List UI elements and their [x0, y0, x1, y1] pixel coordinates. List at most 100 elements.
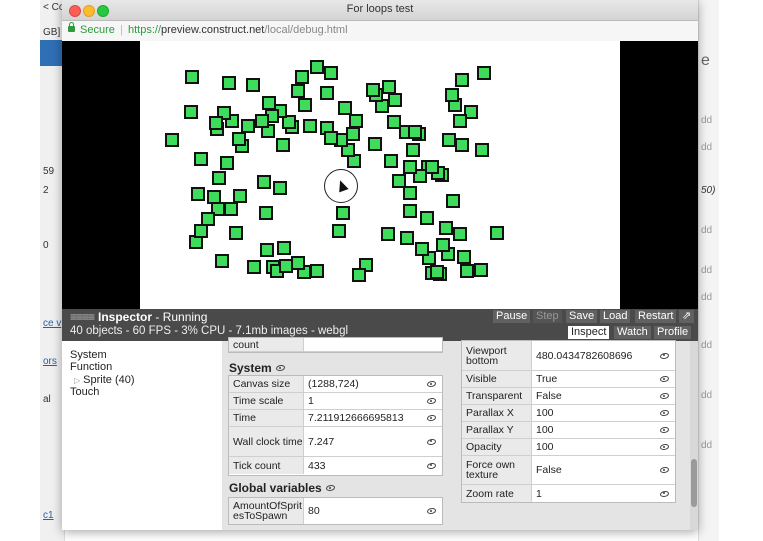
bg-link[interactable]: ce v — [43, 318, 61, 329]
property-value[interactable]: 1 — [304, 393, 314, 409]
sprite-object — [366, 83, 380, 97]
property-row: count — [229, 338, 442, 352]
sprite-object — [276, 138, 290, 152]
eye-icon[interactable] — [275, 365, 285, 371]
eye-icon[interactable] — [427, 398, 436, 404]
property-name: AmountOfSpritesToSpawn — [229, 498, 304, 524]
sprite-object — [420, 211, 434, 225]
eye-icon[interactable] — [427, 438, 436, 445]
eye-icon[interactable] — [660, 467, 669, 473]
inspector-scrollbar[interactable] — [690, 341, 698, 530]
property-name: Parallax X — [462, 405, 532, 421]
bg-link[interactable]: c1 — [43, 510, 54, 521]
eye-icon[interactable] — [660, 427, 669, 433]
sprite-object — [336, 206, 350, 220]
inspector-label: Inspector — [98, 310, 153, 324]
sprite-object — [455, 73, 469, 87]
sprite-object — [303, 119, 317, 133]
inspector-title: ≡≡≡≡ Inspector - Running — [70, 310, 207, 324]
object-tree: System Function ▷ Sprite (40) Touch — [62, 341, 222, 530]
eye-icon[interactable] — [427, 462, 436, 469]
sprite-object — [453, 114, 467, 128]
window-title: For loops test — [346, 3, 414, 15]
eye-icon[interactable] — [427, 381, 436, 387]
sprite-object — [255, 114, 269, 128]
property-value[interactable]: 480.0434782608696 — [532, 341, 632, 370]
scrollbar-thumb[interactable] — [691, 459, 697, 507]
property-value[interactable]: (1288,724) — [304, 376, 359, 392]
sprite-object — [382, 80, 396, 94]
sprite-object — [257, 175, 271, 189]
property-value[interactable]: 433 — [304, 457, 326, 474]
layer-properties-panel: Viewport bottom 480.0434782608696 Visibl… — [445, 340, 698, 530]
property-value[interactable]: 1 — [532, 485, 542, 502]
window-titlebar[interactable]: For loops test — [62, 0, 698, 21]
property-value[interactable]: 7.247 — [304, 427, 334, 456]
eye-icon[interactable] — [660, 376, 669, 382]
eye-icon[interactable] — [660, 352, 669, 359]
url-host: preview.construct.net — [161, 24, 265, 36]
pause-button[interactable]: Pause — [493, 310, 531, 323]
eye-icon[interactable] — [325, 485, 335, 491]
property-value[interactable]: True — [532, 371, 557, 387]
address-bar[interactable]: Secure | https://preview.construct.net/l… — [62, 21, 698, 42]
tree-item-system[interactable]: System — [70, 349, 107, 361]
bg-fragment: GB] — [43, 27, 61, 38]
drag-handle-icon[interactable]: ≡≡≡≡ — [70, 310, 95, 324]
inspector-stats: 40 objects - 60 FPS - 3% CPU - 7.1mb ima… — [70, 325, 349, 337]
tree-item-sprite-label: Sprite (40) — [83, 374, 135, 386]
url-path: /local/debug.html — [264, 24, 348, 36]
expand-triangle-icon[interactable]: ▷ — [74, 376, 80, 385]
sprite-object — [368, 137, 382, 151]
property-value[interactable]: 100 — [532, 422, 554, 438]
sprite-object — [310, 264, 324, 278]
property-value[interactable]: 100 — [532, 405, 554, 421]
restart-button[interactable]: Restart — [635, 310, 677, 323]
property-name: Tick count — [229, 457, 304, 474]
load-button[interactable]: Load — [600, 310, 631, 323]
step-button[interactable]: Step — [533, 310, 562, 323]
sprite-object — [403, 204, 417, 218]
sprite-object — [477, 66, 491, 80]
property-row: Visible True — [462, 371, 675, 388]
tab-watch[interactable]: Watch — [614, 326, 651, 339]
bg-fragment: dd — [701, 115, 713, 126]
sprite-object — [233, 189, 247, 203]
tab-inspect[interactable]: Inspect — [568, 326, 610, 339]
eye-icon[interactable] — [660, 393, 669, 399]
sprite-object — [430, 265, 444, 279]
game-canvas[interactable] — [140, 41, 620, 309]
sprite-object — [381, 227, 395, 241]
property-value[interactable]: 80 — [304, 498, 320, 524]
eye-icon[interactable] — [427, 415, 436, 421]
property-value[interactable]: False — [532, 388, 562, 404]
popout-icon[interactable]: ⇗ — [679, 310, 695, 323]
tree-item-touch[interactable]: Touch — [70, 386, 99, 398]
tab-profile[interactable]: Profile — [654, 326, 692, 339]
property-value[interactable]: 100 — [532, 439, 554, 455]
eye-icon[interactable] — [427, 508, 436, 514]
bg-fragment: dd — [701, 390, 713, 401]
property-name: Opacity — [462, 439, 532, 455]
property-value[interactable]: False — [532, 456, 562, 484]
tree-item-function[interactable]: Function — [70, 361, 112, 373]
url-text[interactable]: https://preview.construct.net/local/debu… — [128, 24, 348, 36]
sprite-object — [298, 98, 312, 112]
eye-icon[interactable] — [660, 490, 669, 497]
sprite-object — [279, 259, 293, 273]
tree-item-sprite[interactable]: ▷ Sprite (40) — [74, 374, 135, 386]
property-name: Viewport bottom — [462, 341, 532, 370]
bg-fragment: 59 — [43, 166, 55, 177]
property-name: Wall clock time — [229, 427, 304, 456]
sprite-object — [446, 194, 460, 208]
eye-icon[interactable] — [660, 410, 669, 416]
url-protocol: https:// — [128, 24, 162, 36]
bg-link[interactable]: ors — [43, 356, 57, 367]
save-button[interactable]: Save — [566, 310, 598, 323]
sprite-object — [224, 202, 238, 216]
property-value[interactable]: 7.211912666695813 — [304, 410, 404, 426]
sprite-object — [415, 242, 429, 256]
eye-icon[interactable] — [660, 444, 669, 450]
sprite-object — [165, 133, 179, 147]
property-row: Parallax X 100 — [462, 405, 675, 422]
